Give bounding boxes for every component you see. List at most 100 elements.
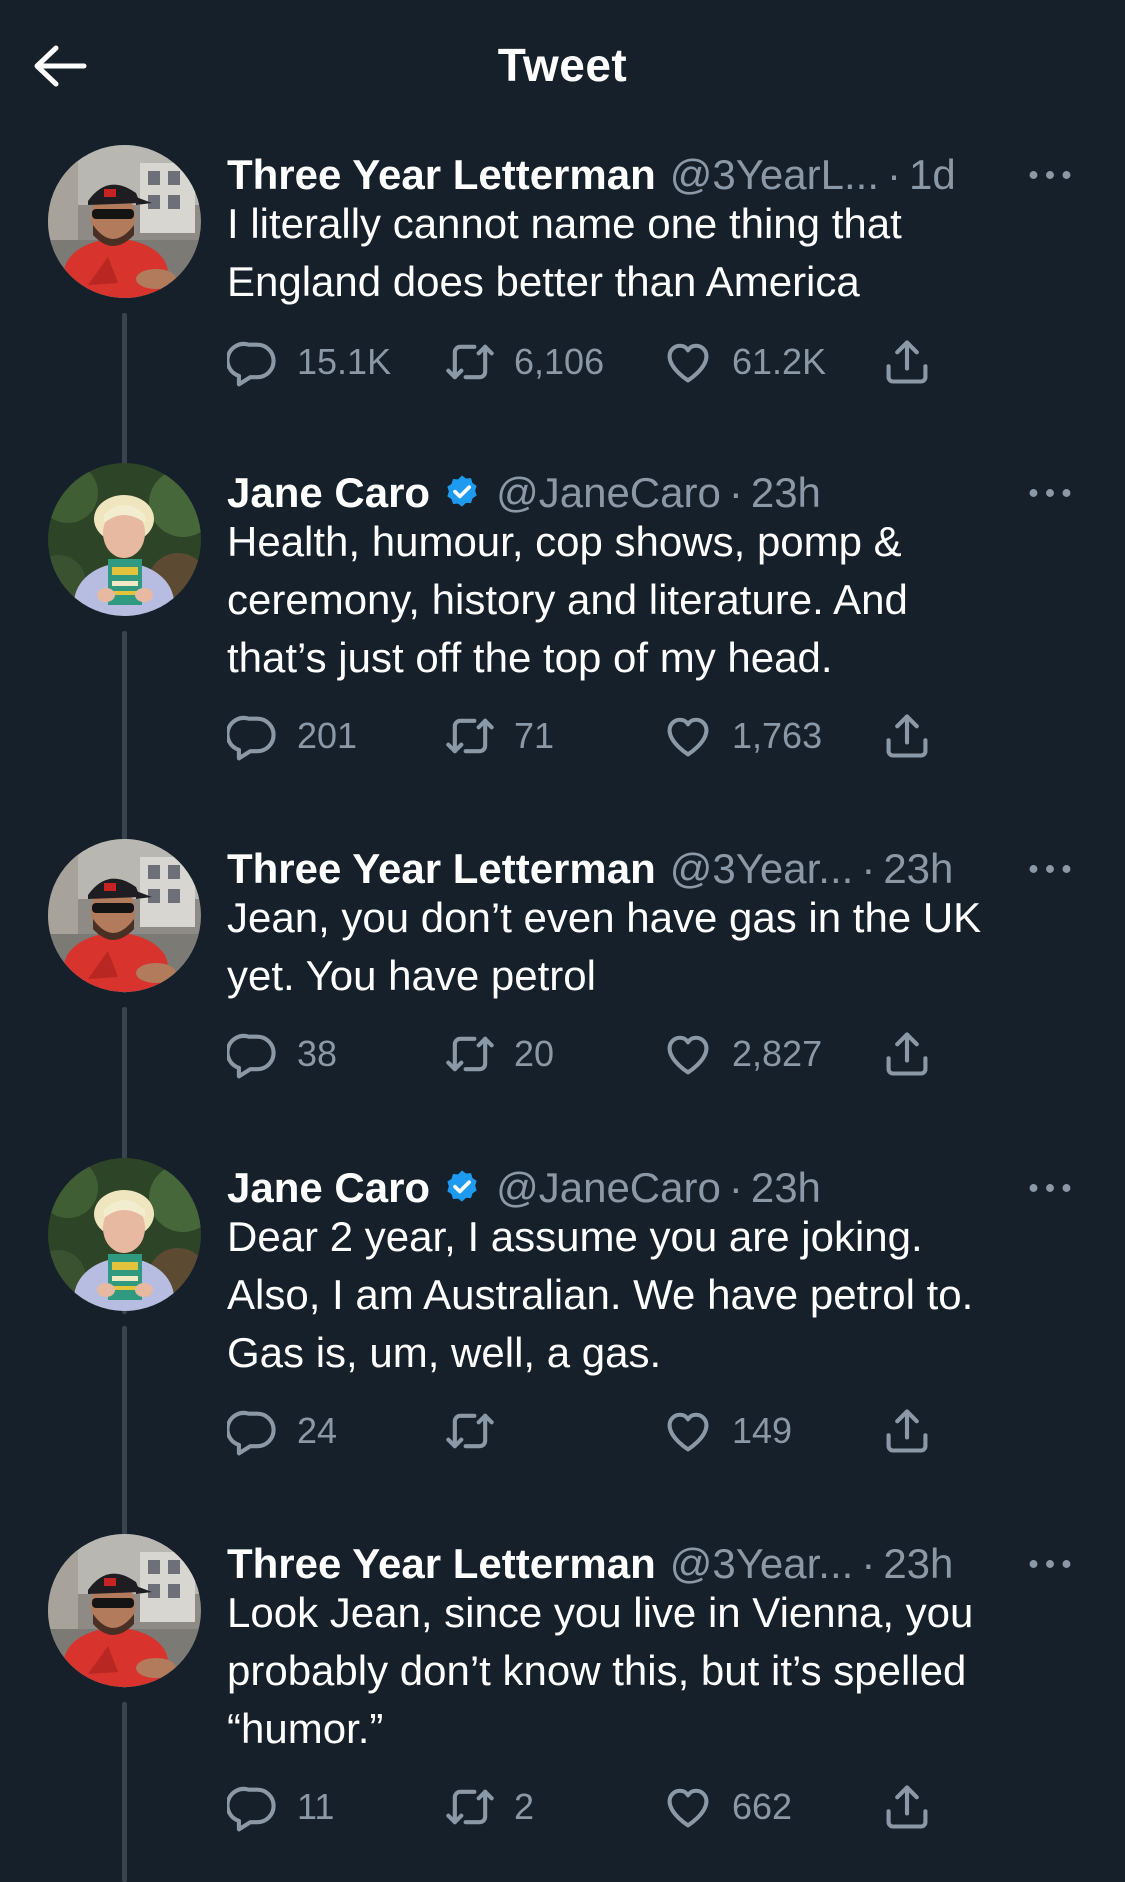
tweet-text: Dear 2 year, I assume you are joking. Al… [227, 1213, 974, 1376]
retweet-icon [444, 710, 496, 762]
author-name[interactable]: Jane Caro [227, 469, 430, 517]
retweet-icon [444, 1405, 496, 1457]
more-button[interactable] [1020, 1168, 1080, 1208]
retweet-button[interactable]: 71 [444, 706, 554, 766]
timestamp[interactable]: 1d [909, 151, 956, 199]
more-button[interactable] [1020, 473, 1080, 513]
author-name[interactable]: Three Year Letterman [227, 845, 656, 893]
reply-button[interactable]: 201 [227, 706, 357, 766]
share-button[interactable] [881, 1777, 951, 1837]
reply-count: 38 [297, 1033, 338, 1074]
share-button[interactable] [881, 1024, 951, 1084]
action-bar: 11 2 662 [227, 1777, 987, 1837]
separator: · [728, 1164, 743, 1211]
author-handle[interactable]: @3Year... [670, 1540, 854, 1588]
like-icon [662, 1028, 714, 1080]
avatar[interactable] [48, 463, 201, 616]
like-count: 61.2K [732, 341, 827, 382]
tweet-text: Jean, you don’t even have gas in the UK … [227, 894, 982, 999]
like-icon [662, 1781, 714, 1833]
reply-icon [227, 1405, 279, 1457]
author-handle[interactable]: @JaneCaro [496, 469, 721, 517]
reply-button[interactable]: 15.1K [227, 332, 391, 392]
timestamp[interactable]: 23h [751, 469, 821, 517]
reply-button[interactable]: 24 [227, 1401, 337, 1461]
author-name[interactable]: Three Year Letterman [227, 151, 656, 199]
page-title: Tweet [497, 39, 628, 91]
reply-icon [227, 1028, 279, 1080]
author-handle[interactable]: @JaneCaro [496, 1164, 721, 1212]
verified-badge-icon [442, 473, 482, 513]
more-button[interactable] [1020, 155, 1080, 195]
separator: · [728, 469, 743, 516]
share-button[interactable] [881, 332, 951, 392]
more-button[interactable] [1020, 1544, 1080, 1584]
share-icon [881, 1405, 933, 1457]
verified-badge-icon [442, 1168, 482, 1208]
like-button[interactable]: 61.2K [662, 332, 826, 392]
like-count: 1,763 [732, 715, 823, 756]
more-icon [1028, 863, 1072, 875]
tweet-text: Look Jean, since you live in Vienna, you… [227, 1589, 974, 1752]
reply-button[interactable]: 11 [227, 1777, 334, 1837]
more-button[interactable] [1020, 849, 1080, 889]
reply-icon [227, 336, 279, 388]
separator: · [887, 151, 901, 198]
reply-button[interactable]: 38 [227, 1024, 337, 1084]
reply-icon [227, 1781, 279, 1833]
retweet-icon [444, 1781, 496, 1833]
retweet-count: 6,106 [514, 341, 605, 382]
retweet-count: 20 [514, 1033, 555, 1074]
avatar[interactable] [48, 1158, 201, 1311]
like-button[interactable]: 149 [662, 1401, 792, 1461]
like-button[interactable]: 662 [662, 1777, 792, 1837]
share-icon [881, 1028, 933, 1080]
like-button[interactable]: 2,827 [662, 1024, 822, 1084]
action-bar: 15.1K 6,106 61.2K [227, 332, 987, 392]
more-icon [1028, 169, 1072, 181]
tweet-text: Health, humour, cop shows, pomp & ceremo… [227, 518, 908, 681]
author-handle[interactable]: @3YearL... [670, 151, 879, 199]
action-bar: 201 71 1,763 [227, 706, 987, 766]
tweet-text: I literally cannot name one thing that E… [227, 200, 902, 305]
reply-count: 24 [297, 1410, 338, 1451]
retweet-button[interactable]: 6,106 [444, 332, 604, 392]
separator: · [861, 1540, 876, 1587]
retweet-button[interactable]: 20 [444, 1024, 554, 1084]
thread-line [122, 1702, 127, 1882]
separator: · [861, 845, 876, 892]
like-count: 2,827 [732, 1033, 823, 1074]
retweet-button[interactable]: 2 [444, 1777, 534, 1837]
reply-count: 11 [297, 1786, 335, 1827]
like-icon [662, 710, 714, 762]
reply-count: 15.1K [297, 341, 392, 382]
avatar[interactable] [48, 1534, 201, 1687]
retweet-icon [444, 1028, 496, 1080]
reply-count: 201 [297, 715, 358, 756]
reply-icon [227, 710, 279, 762]
like-button[interactable]: 1,763 [662, 706, 822, 766]
retweet-icon [444, 336, 496, 388]
author-handle[interactable]: @3Year... [670, 845, 854, 893]
action-bar: 24 149 [227, 1401, 987, 1461]
timestamp[interactable]: 23h [883, 1540, 953, 1588]
share-button[interactable] [881, 706, 951, 766]
retweet-count: 71 [514, 715, 555, 756]
more-icon [1028, 487, 1072, 499]
author-name[interactable]: Jane Caro [227, 1164, 430, 1212]
more-icon [1028, 1182, 1072, 1194]
timestamp[interactable]: 23h [751, 1164, 821, 1212]
like-count: 662 [732, 1786, 793, 1827]
timestamp[interactable]: 23h [883, 845, 953, 893]
author-name[interactable]: Three Year Letterman [227, 1540, 656, 1588]
avatar[interactable] [48, 839, 201, 992]
share-icon [881, 336, 933, 388]
retweet-button[interactable] [444, 1401, 514, 1461]
share-icon [881, 710, 933, 762]
share-button[interactable] [881, 1401, 951, 1461]
retweet-count: 2 [514, 1786, 535, 1827]
avatar[interactable] [48, 145, 201, 298]
top-bar: Tweet [0, 0, 1125, 130]
action-bar: 38 20 2,827 [227, 1024, 987, 1084]
like-count: 149 [732, 1410, 793, 1451]
